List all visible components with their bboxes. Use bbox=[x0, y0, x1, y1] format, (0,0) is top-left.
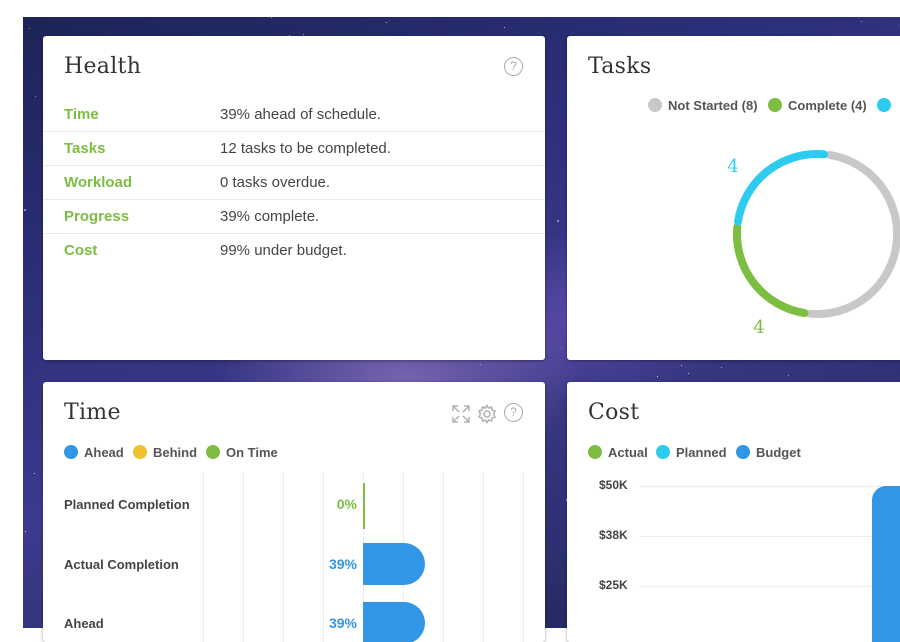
star bbox=[386, 22, 387, 23]
health-row-workload: Workload 0 tasks overdue. bbox=[43, 165, 545, 200]
donut-slice-in-progress[interactable] bbox=[733, 149, 828, 226]
health-label[interactable]: Workload bbox=[64, 174, 132, 191]
legend-budget[interactable]: Budget bbox=[736, 445, 801, 460]
legend-planned[interactable]: Planned bbox=[656, 445, 727, 460]
donut-slice-not-started[interactable] bbox=[806, 150, 900, 319]
x-gridline bbox=[483, 472, 484, 642]
x-gridline bbox=[243, 472, 244, 642]
star bbox=[788, 375, 789, 376]
health-row-time: Time 39% ahead of schedule. bbox=[43, 97, 545, 132]
cost-card: Cost Actual Planned Budget $50K $38K $25… bbox=[567, 382, 900, 642]
legend-dot bbox=[206, 445, 220, 459]
y-gridline bbox=[639, 536, 900, 537]
health-value: 39% ahead of schedule. bbox=[220, 106, 381, 123]
legend-dot bbox=[64, 445, 78, 459]
star bbox=[35, 96, 36, 97]
legend-ahead[interactable]: Ahead bbox=[64, 445, 124, 460]
x-gridline bbox=[283, 472, 284, 642]
health-row-cost: Cost 99% under budget. bbox=[43, 233, 545, 267]
legend-dot bbox=[736, 445, 750, 459]
y-tick-label: $50K bbox=[599, 478, 628, 492]
y-tick-label: $25K bbox=[599, 578, 628, 592]
x-gridline bbox=[443, 472, 444, 642]
legend-on-time[interactable]: On Time bbox=[206, 445, 278, 460]
health-label[interactable]: Progress bbox=[64, 208, 129, 225]
y-tick-label: $38K bbox=[599, 528, 628, 542]
health-title: Health bbox=[64, 54, 142, 79]
star bbox=[688, 373, 689, 374]
star bbox=[25, 531, 26, 532]
time-card: Time ? Ahead Behind On Time Planned Comp… bbox=[43, 382, 545, 642]
legend-label: On Time bbox=[226, 445, 278, 460]
bar-data-label: 39% bbox=[328, 556, 357, 572]
star bbox=[24, 209, 26, 211]
category-label: Actual Completion bbox=[64, 557, 179, 572]
bar-data-label: 0% bbox=[336, 496, 357, 512]
star bbox=[480, 364, 481, 365]
legend-label: Budget bbox=[756, 445, 801, 460]
health-row-progress: Progress 39% complete. bbox=[43, 199, 545, 234]
star bbox=[898, 25, 899, 26]
health-label[interactable]: Time bbox=[64, 106, 99, 123]
x-gridline bbox=[523, 472, 524, 642]
health-value: 0 tasks overdue. bbox=[220, 174, 331, 191]
health-label[interactable]: Cost bbox=[64, 242, 97, 259]
star bbox=[561, 347, 562, 348]
cost-title: Cost bbox=[588, 400, 640, 425]
star bbox=[34, 473, 35, 474]
time-title: Time bbox=[64, 400, 121, 425]
star bbox=[721, 367, 722, 368]
star bbox=[681, 365, 682, 366]
help-icon[interactable]: ? bbox=[504, 403, 523, 422]
donut-slice-complete[interactable] bbox=[732, 223, 809, 318]
time-bar[interactable] bbox=[363, 483, 365, 529]
category-label: Ahead bbox=[64, 616, 104, 631]
star bbox=[303, 34, 304, 35]
star bbox=[557, 220, 559, 222]
y-gridline bbox=[639, 586, 900, 587]
legend-dot bbox=[133, 445, 147, 459]
health-value: 12 tasks to be completed. bbox=[220, 140, 391, 157]
legend-label: Planned bbox=[676, 445, 727, 460]
legend-label: Ahead bbox=[84, 445, 124, 460]
donut-data-label: 4 bbox=[753, 317, 764, 338]
time-bar[interactable] bbox=[363, 543, 426, 585]
legend-dot bbox=[656, 445, 670, 459]
x-gridline bbox=[203, 472, 204, 642]
expand-icon[interactable] bbox=[451, 404, 471, 424]
star bbox=[657, 376, 658, 377]
star bbox=[29, 28, 30, 29]
legend-behind[interactable]: Behind bbox=[133, 445, 197, 460]
legend-actual[interactable]: Actual bbox=[588, 445, 648, 460]
tasks-card: Tasks Not Started (8) Complete (4) 44 bbox=[567, 36, 900, 360]
donut-data-label: 4 bbox=[727, 156, 738, 177]
help-icon[interactable]: ? bbox=[504, 57, 523, 76]
legend-label: Actual bbox=[608, 445, 648, 460]
health-card: Health ? Time 39% ahead of schedule. Tas… bbox=[43, 36, 545, 360]
health-row-tasks: Tasks 12 tasks to be completed. bbox=[43, 131, 545, 166]
time-bar[interactable] bbox=[363, 602, 426, 642]
health-value: 39% complete. bbox=[220, 208, 320, 225]
y-gridline bbox=[639, 486, 900, 487]
legend-label: Behind bbox=[153, 445, 198, 460]
star bbox=[504, 27, 505, 28]
gear-icon[interactable] bbox=[477, 404, 497, 424]
health-value: 99% under budget. bbox=[220, 242, 347, 259]
tasks-donut-chart: 44 bbox=[727, 149, 900, 338]
category-label: Planned Completion bbox=[64, 497, 190, 512]
health-label[interactable]: Tasks bbox=[64, 140, 105, 157]
bar-data-label: 39% bbox=[328, 615, 357, 631]
legend-dot bbox=[588, 445, 602, 459]
star bbox=[271, 17, 272, 18]
star bbox=[861, 21, 862, 22]
cost-bar-budget[interactable] bbox=[872, 486, 900, 642]
